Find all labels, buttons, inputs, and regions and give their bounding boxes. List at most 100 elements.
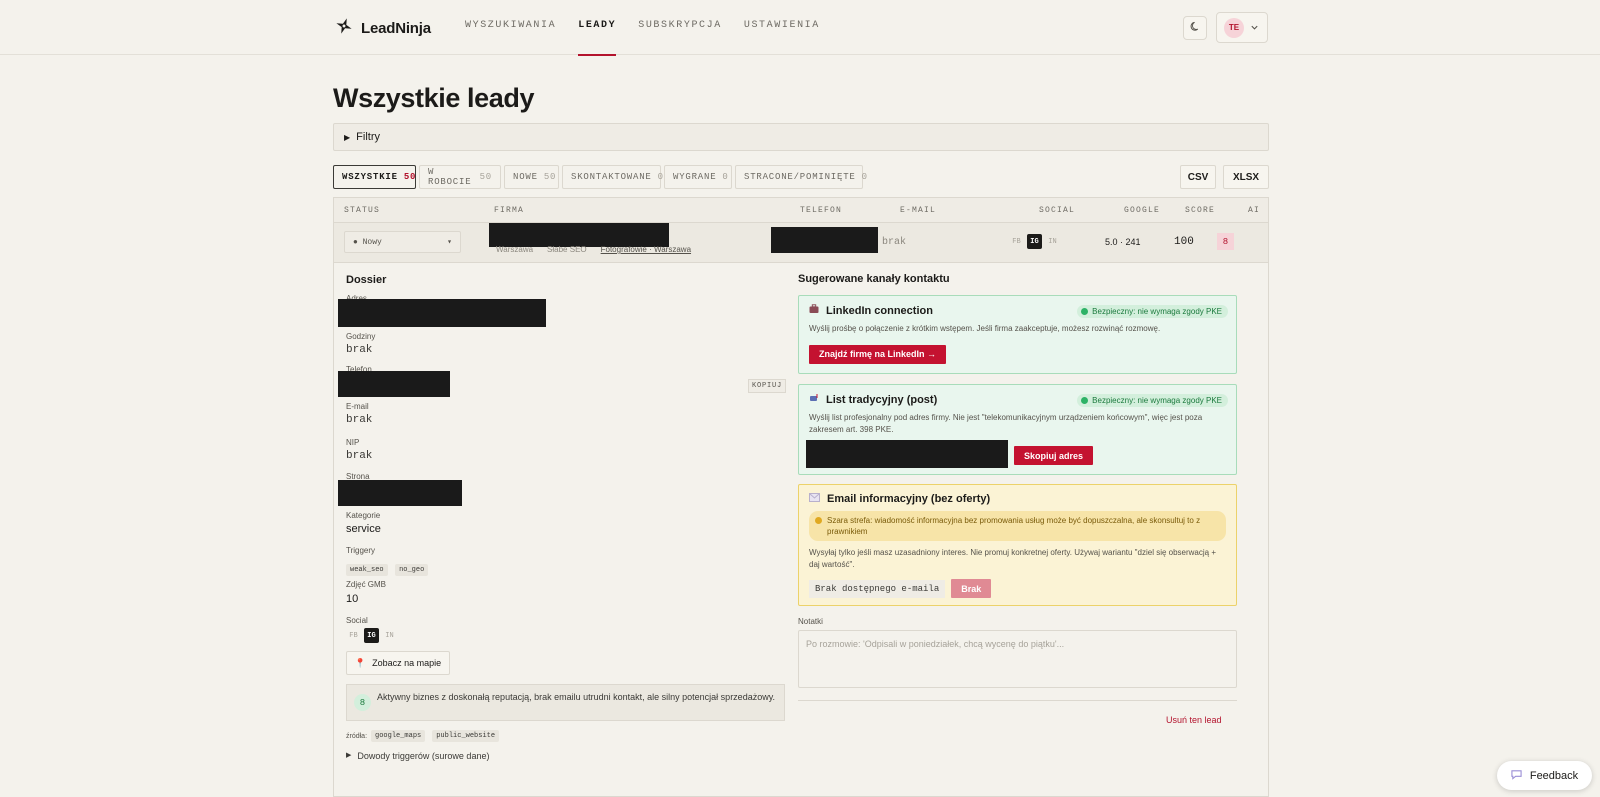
status-dot-icon <box>1081 397 1089 404</box>
mailbox-icon <box>809 393 819 406</box>
find-on-linkedin-button[interactable]: Znajdź firmę na LinkedIn → <box>809 344 947 364</box>
row-google-rating: 5.0 · 241 <box>1105 237 1141 247</box>
tab-label: W ROBOCIE <box>428 167 472 187</box>
table-row[interactable]: ● Nowy ▾ Warszawa Słabe SEO Fotografowie… <box>334 223 1268 263</box>
instagram-icon[interactable]: IG <box>364 628 379 643</box>
col-social[interactable]: SOCIAL <box>1039 206 1075 215</box>
chevron-down-icon <box>1250 19 1259 37</box>
zdjecia-label: Zdjęć GMB <box>346 580 387 589</box>
tab-count: 50 <box>543 172 557 182</box>
user-menu-button[interactable]: TE <box>1216 12 1268 43</box>
warning-dot-icon <box>815 517 822 524</box>
linkedin-icon[interactable]: IN <box>1045 234 1060 249</box>
redacted-phone <box>771 227 878 253</box>
page-title: Wszystkie leady <box>333 83 535 113</box>
tab-label: WYGRANE <box>673 172 717 182</box>
nav-item-wyszukiwania[interactable]: WYSZUKIWANIA <box>454 0 567 55</box>
briefcase-icon <box>809 304 819 317</box>
tab-wygrane[interactable]: WYGRANE 0 <box>664 165 732 189</box>
kategorie-value: service <box>346 523 381 535</box>
trigger-chip: weak_seo <box>346 564 388 576</box>
export-csv-button[interactable]: CSV <box>1180 165 1216 189</box>
ai-summary: 8 Aktywny biznes z doskonałą reputacją, … <box>346 684 785 721</box>
channel-desc: Wysyłaj tylko jeśli masz uzasadniony int… <box>809 548 1217 569</box>
tab-nowe[interactable]: NOWE 50 <box>504 165 559 189</box>
status-tabs: WSZYSTKIE 50 W ROBOCIE 50 NOWE 50 SKONTA… <box>333 165 867 189</box>
feedback-label: Feedback <box>1529 769 1579 782</box>
source-chip: google_maps <box>371 730 426 742</box>
col-score[interactable]: SCORE <box>1185 206 1215 215</box>
redacted-address <box>806 440 1008 468</box>
ai-score-badge: 8 <box>354 694 371 711</box>
tab-count: 0 <box>657 172 664 182</box>
dossier-title: Dossier <box>346 274 387 286</box>
main-nav: WYSZUKIWANIA LEADY SUBSKRYPCJA USTAWIENI… <box>454 0 831 56</box>
tab-count: 0 <box>861 172 868 182</box>
tab-count: 50 <box>403 172 417 182</box>
email-value: brak <box>346 414 373 426</box>
col-google[interactable]: GOOGLE <box>1124 206 1160 215</box>
social-label: Social <box>346 616 368 625</box>
company-category-link[interactable]: Fotografowie · Warszawa <box>601 245 691 254</box>
facebook-icon[interactable]: FB <box>346 628 361 643</box>
redacted-company-name <box>489 223 669 247</box>
divider <box>798 700 1237 701</box>
tab-label: WSZYSTKIE <box>342 172 398 182</box>
godziny-label: Godziny <box>346 332 376 341</box>
email-label: E-mail <box>346 402 369 411</box>
facebook-icon[interactable]: FB <box>1009 234 1024 249</box>
triangle-right-icon: ▶ <box>344 132 351 142</box>
channel-desc: Wyślij prośbę o połączenie z krótkim wst… <box>809 324 1161 333</box>
tab-w-robocie[interactable]: W ROBOCIE 50 <box>419 165 501 189</box>
copy-address-button[interactable]: Skopiuj adres <box>1014 446 1094 465</box>
copy-phone-button[interactable]: KOPIUJ <box>748 379 787 393</box>
view-on-map-button[interactable]: 📍 Zobacz na mapie <box>346 651 450 675</box>
col-ai[interactable]: AI <box>1248 206 1260 215</box>
instagram-icon[interactable]: IG <box>1027 234 1042 249</box>
filters-toggle[interactable]: ▶ Filtry <box>333 123 1269 151</box>
col-firma[interactable]: FIRMA <box>494 206 524 215</box>
envelope-icon <box>809 493 820 505</box>
sources: źródła: google_maps public_website <box>346 730 502 742</box>
delete-lead-link[interactable]: Usuń ten lead <box>1166 715 1222 725</box>
nav-item-leady[interactable]: LEADY <box>567 0 627 56</box>
evidence-toggle[interactable]: ▶ Dowody triggerów (surowe dane) <box>346 751 489 761</box>
nip-label: NIP <box>346 438 360 447</box>
avatar: TE <box>1224 17 1244 38</box>
channel-actions: Znajdź firmę na LinkedIn → <box>809 344 1226 364</box>
triangle-right-icon: ▶ <box>346 752 352 759</box>
notes-textarea[interactable]: Po rozmowie: 'Odpisali w poniedziałek, c… <box>798 630 1237 688</box>
feedback-button[interactable]: Feedback <box>1497 761 1592 790</box>
source-chip: public_website <box>432 730 500 742</box>
col-telefon[interactable]: TELEFON <box>800 206 842 215</box>
tab-stracone[interactable]: STRACONE/POMINIĘTE 0 <box>735 165 867 189</box>
company-meta: Warszawa Słabe SEO Fotografowie · Warsza… <box>496 245 691 254</box>
row-ai-score: 8 <box>1217 233 1234 250</box>
channel-desc: Wyślij list profesjonalny pod adres firm… <box>809 413 1203 434</box>
nav-item-ustawienia[interactable]: USTAWIENIA <box>733 0 831 55</box>
linkedin-icon[interactable]: IN <box>382 628 397 643</box>
feedback-icon <box>1511 769 1522 783</box>
col-email[interactable]: E-MAIL <box>900 206 936 215</box>
channel-post: List tradycyjny (post) Bezpieczny: nie w… <box>798 384 1237 475</box>
logo[interactable]: LeadNinja <box>335 17 431 40</box>
ninja-star-icon <box>335 17 353 40</box>
status-select[interactable]: ● Nowy ▾ <box>344 231 461 253</box>
notes-label: Notatki <box>798 617 823 626</box>
triggery-label: Triggery <box>346 546 376 555</box>
tab-wszystkie[interactable]: WSZYSTKIE 50 <box>333 165 416 189</box>
export-xlsx-button[interactable]: XLSX <box>1223 165 1269 189</box>
redacted-phone <box>338 371 450 397</box>
tab-skontaktowane[interactable]: SKONTAKTOWANE 0 <box>562 165 664 189</box>
company-city: Warszawa <box>496 245 534 254</box>
leads-table: STATUS FIRMA TELEFON E-MAIL SOCIAL GOOGL… <box>333 197 1269 797</box>
nav-item-subskrypcja[interactable]: SUBSKRYPCJA <box>627 0 733 55</box>
tab-label: STRACONE/POMINIĘTE <box>744 172 856 182</box>
safe-badge-label: Bezpieczny: nie wymaga zgody PKE <box>1092 307 1222 316</box>
tab-label: SKONTAKTOWANE <box>571 172 652 182</box>
email-disabled-button[interactable]: Brak <box>951 579 992 598</box>
col-status[interactable]: STATUS <box>344 206 380 215</box>
theme-toggle-button[interactable] <box>1183 16 1207 40</box>
moon-icon <box>1190 19 1201 37</box>
dossier-social: FB IG IN <box>346 628 397 643</box>
